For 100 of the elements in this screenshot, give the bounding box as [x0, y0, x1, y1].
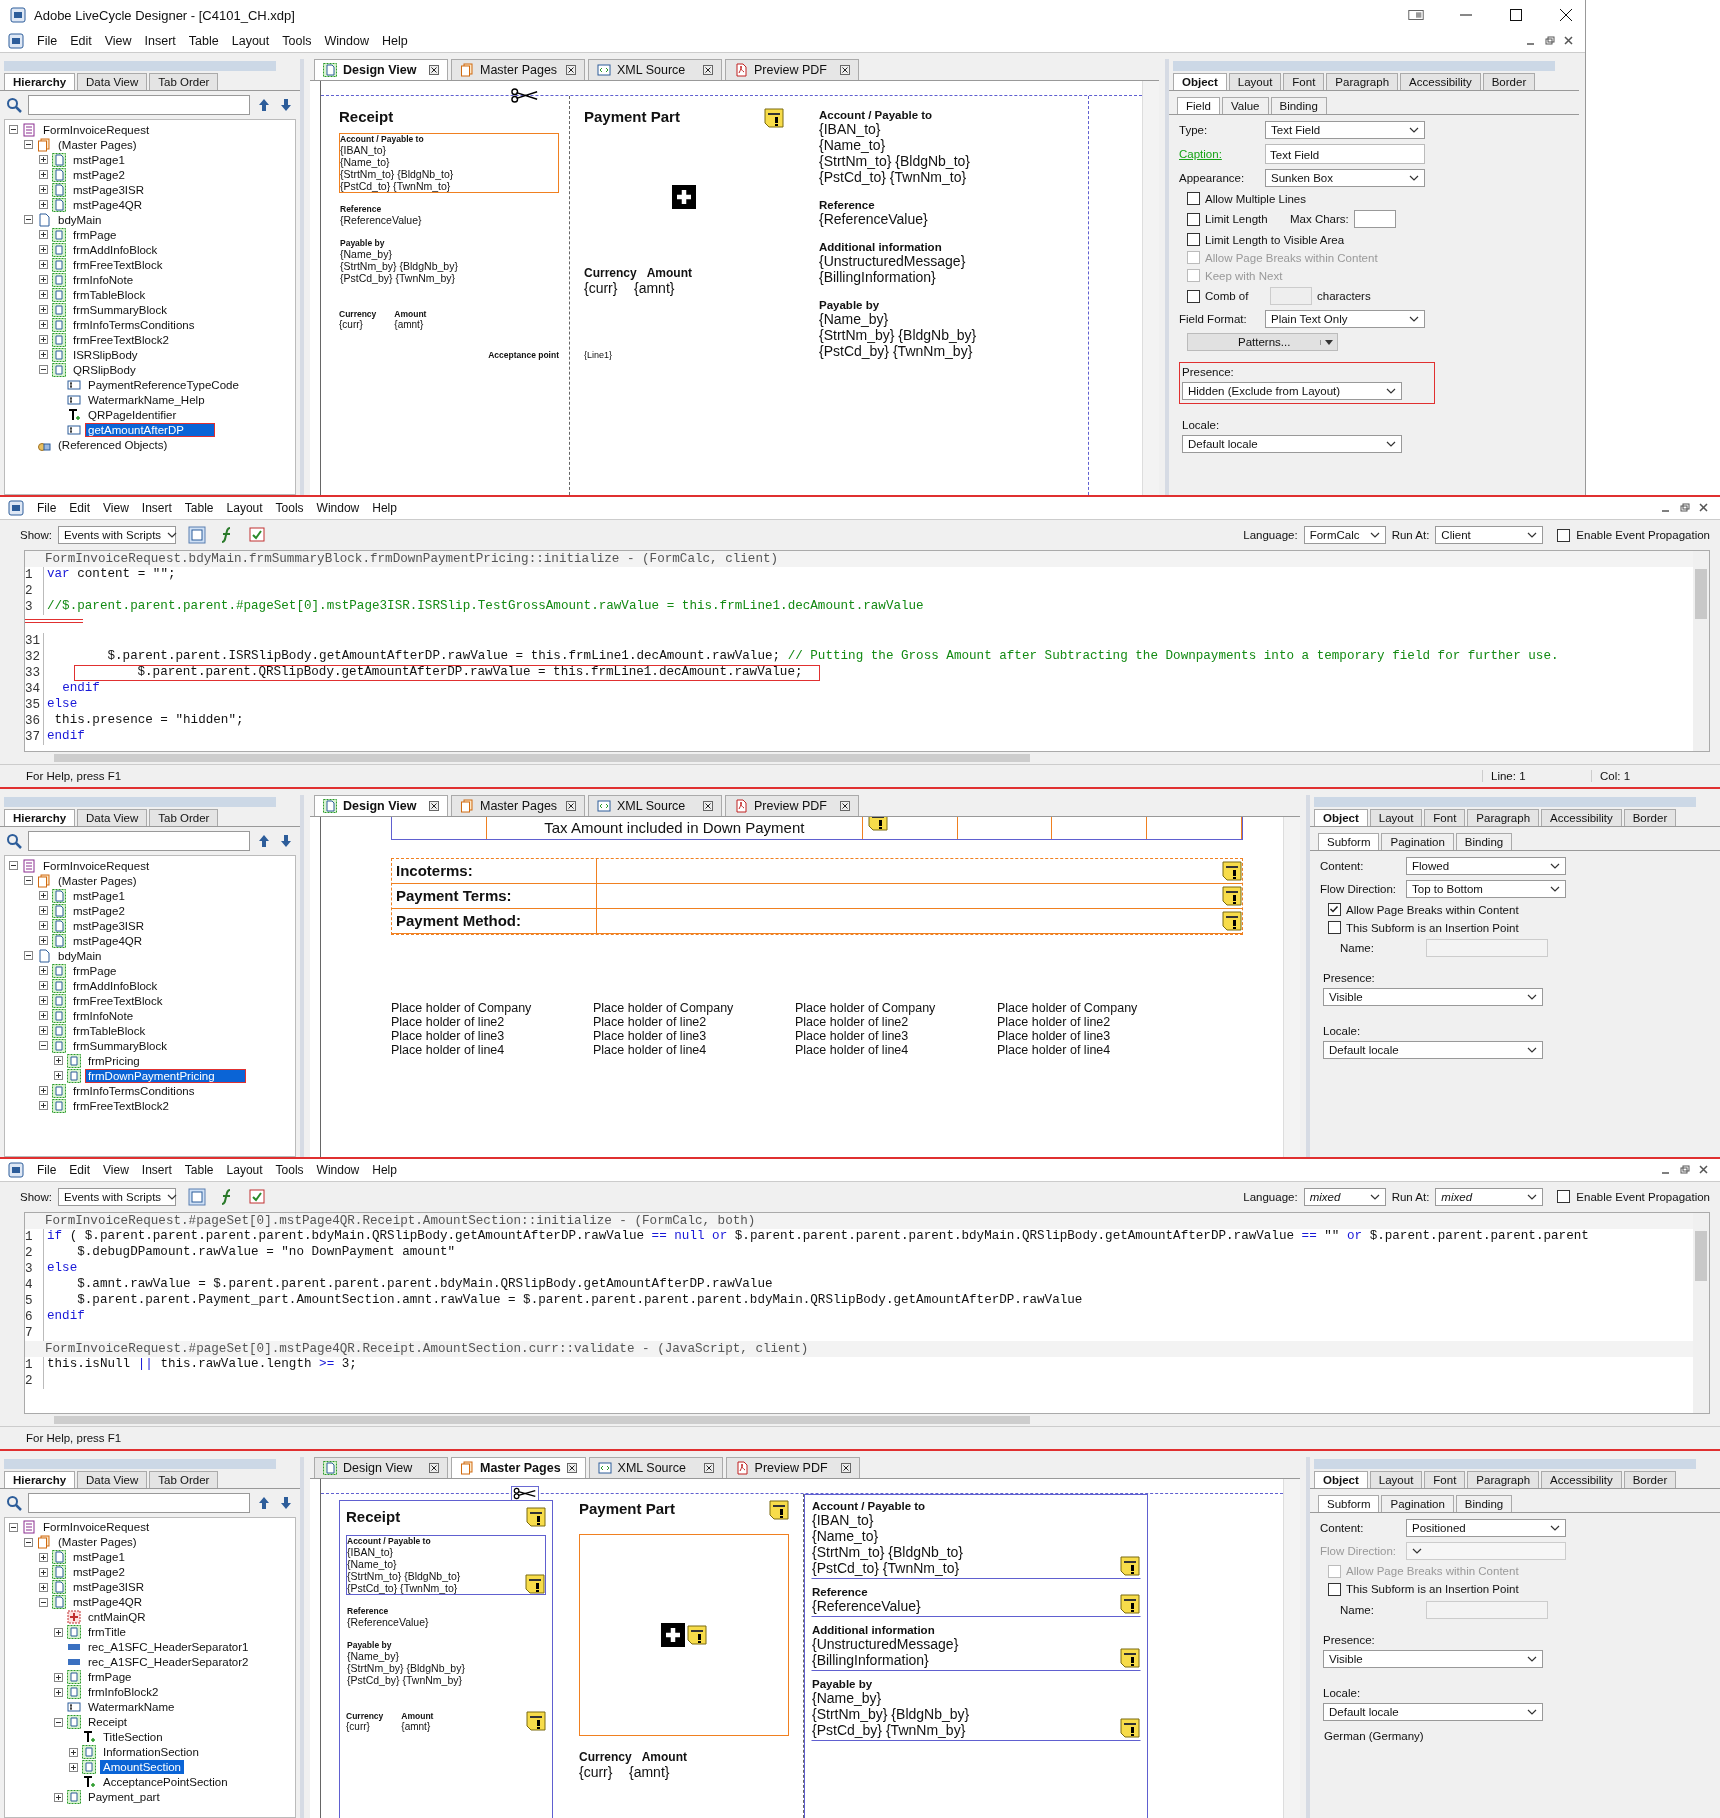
tree-item[interactable]: frmInfoNote [70, 1008, 137, 1023]
tree-item[interactable]: frmDownPaymentPricing [85, 1068, 246, 1083]
dropdown[interactable]: Plain Text Only [1265, 310, 1425, 328]
document-tab[interactable]: XML Source [588, 59, 722, 80]
expand-toggle-icon[interactable] [69, 1747, 78, 1757]
tree-item[interactable]: frmSummaryBlock [70, 1038, 170, 1053]
collapse-toggle-icon[interactable] [39, 1597, 48, 1607]
document-tab[interactable]: XML Source [588, 795, 722, 816]
input-field[interactable] [1426, 939, 1548, 957]
document-tab[interactable]: Preview PDF [725, 1456, 860, 1478]
expand-toggle-icon[interactable] [39, 1011, 48, 1020]
tree-item[interactable]: FormInvoiceRequest [40, 122, 153, 137]
expand-toggle-icon[interactable] [54, 1627, 63, 1637]
close-icon[interactable] [703, 65, 713, 75]
expand-toggle-icon[interactable] [39, 1101, 48, 1110]
checkbox[interactable] [1187, 212, 1200, 226]
dropdown[interactable]: Client [1435, 526, 1544, 544]
menu-item[interactable]: View [104, 34, 132, 48]
sub-tab[interactable]: Field [1177, 97, 1220, 114]
panel-tab[interactable]: Accessibility [1400, 73, 1481, 90]
menu-item[interactable]: Tools [275, 1162, 304, 1177]
menu-item[interactable]: Table [188, 34, 219, 48]
check-document-icon[interactable] [247, 1187, 266, 1206]
expand-toggle-icon[interactable] [54, 1056, 63, 1065]
tree-item[interactable]: Payment_part [85, 1790, 163, 1804]
collapse-toggle-icon[interactable] [54, 1717, 63, 1727]
tree-item[interactable]: (Master Pages) [55, 137, 140, 152]
document-tab[interactable]: Preview PDF [725, 795, 859, 816]
menu-item[interactable]: File [37, 34, 58, 48]
panel-tab[interactable]: Accessibility [1541, 809, 1622, 826]
checkbox[interactable] [1187, 289, 1200, 303]
panel-tab[interactable]: Paragraph [1467, 1470, 1540, 1488]
close-icon[interactable] [1557, 8, 1575, 22]
expand-toggle-icon[interactable] [39, 966, 48, 975]
dropdown[interactable]: Events with Scripts [57, 1187, 176, 1206]
menu-item[interactable]: Help [372, 501, 397, 515]
expand-toggle-icon[interactable] [69, 1762, 78, 1772]
sub-tab[interactable]: Value [1221, 97, 1269, 114]
close-icon[interactable] [840, 65, 850, 75]
sub-tab[interactable]: Binding [1455, 833, 1513, 850]
tree-item[interactable]: frmSummaryBlock [70, 302, 170, 317]
table-icon[interactable] [187, 526, 206, 544]
tree-item[interactable]: frmAddInfoBlock [70, 242, 161, 257]
menu-item[interactable]: View [103, 501, 129, 515]
expand-toggle-icon[interactable] [39, 1552, 48, 1562]
menu-item[interactable]: Layout [226, 1162, 263, 1177]
tree-item[interactable]: QRPageIdentifier [85, 407, 180, 422]
search-field[interactable] [28, 1492, 250, 1513]
tree-item[interactable]: rec_A1SFC_HeaderSeparator1 [85, 1640, 252, 1654]
expand-toggle-icon[interactable] [39, 185, 48, 194]
check-document-icon[interactable] [247, 526, 266, 544]
document-tab[interactable]: Design View [314, 1456, 448, 1478]
panel-tab[interactable]: Hierarchy [4, 73, 76, 90]
menu-item[interactable]: Tools [282, 34, 312, 48]
tree-item[interactable]: mstPage2 [70, 167, 128, 182]
tree-item[interactable]: mstPage3ISR [70, 1580, 147, 1594]
panel-tab[interactable]: Border [1623, 1470, 1677, 1488]
expand-toggle-icon[interactable] [39, 350, 48, 359]
collapse-toggle-icon[interactable] [24, 1537, 33, 1547]
checkbox[interactable] [1557, 528, 1571, 542]
tree-item[interactable]: (Master Pages) [55, 1535, 140, 1549]
dropdown[interactable]: Default locale [1182, 435, 1402, 453]
tree-item[interactable]: WatermarkName [85, 1700, 178, 1714]
panel-tab[interactable]: Border [1623, 809, 1677, 826]
dropdown[interactable]: Events with Scripts [57, 526, 176, 544]
close-icon[interactable] [566, 801, 576, 811]
tree-item[interactable]: rec_A1SFC_HeaderSeparator2 [85, 1655, 252, 1669]
search-icon[interactable] [6, 97, 22, 113]
collapse-toggle-icon[interactable] [9, 125, 18, 134]
expand-toggle-icon[interactable] [54, 1672, 63, 1682]
tree-item[interactable]: frmInfoBlock2 [85, 1685, 162, 1699]
panel-tab[interactable]: Paragraph [1326, 73, 1399, 90]
tree-item[interactable]: frmPage [85, 1670, 135, 1684]
tree-item[interactable]: frmInfoTermsConditions [70, 1083, 198, 1098]
expand-toggle-icon[interactable] [39, 320, 48, 329]
tree-item[interactable]: frmTableBlock [70, 287, 149, 302]
tree-item[interactable]: WatermarkName_Help [85, 392, 208, 407]
tree-item[interactable]: frmFreeTextBlock2 [70, 1098, 172, 1113]
selected-text-field[interactable]: Account / Payable to {IBAN_to} {Name_to} {StrtNm_to} {BldgNb_to} {PstCd_to} {TwnNm_to} [339, 133, 559, 193]
search-field[interactable] [28, 831, 250, 851]
tree-item[interactable]: frmFreeTextBlock [70, 257, 166, 272]
close-icon[interactable] [429, 65, 439, 75]
tree-item[interactable]: mstPage2 [70, 903, 128, 918]
menu-item[interactable]: Help [381, 34, 408, 48]
checkbox[interactable] [1328, 921, 1341, 934]
expand-toggle-icon[interactable] [39, 981, 48, 990]
collapse-toggle-icon[interactable] [39, 1041, 48, 1050]
input-field[interactable] [1270, 287, 1312, 305]
sub-tab[interactable]: Subform [1318, 1494, 1380, 1512]
dropdown[interactable]: Visible [1323, 988, 1543, 1006]
menu-item[interactable]: Insert [144, 34, 176, 48]
collapse-toggle-icon[interactable] [9, 861, 18, 870]
document-tab[interactable]: Design View [314, 795, 448, 816]
tree-item[interactable]: TitleSection [100, 1730, 166, 1744]
panel-tab[interactable]: Layout [1369, 1470, 1423, 1488]
expand-toggle-icon[interactable] [39, 1582, 48, 1592]
tree-item[interactable]: (Referenced Objects) [55, 437, 171, 452]
tree-item[interactable]: cntMainQR [85, 1610, 149, 1624]
tree-item[interactable]: mstPage4QR [70, 1595, 146, 1609]
tree-item[interactable]: AmountSection [100, 1760, 184, 1774]
